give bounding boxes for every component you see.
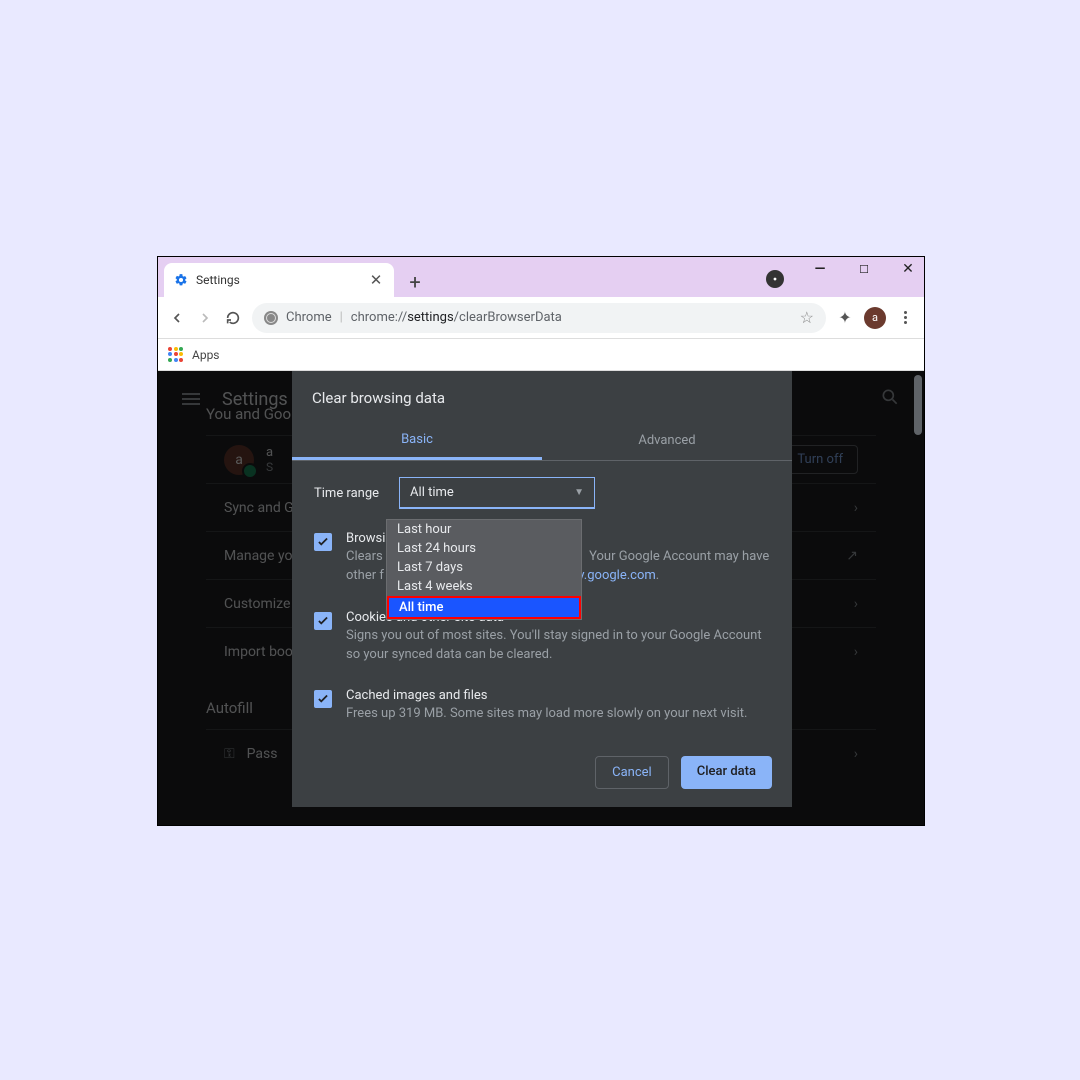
item-title: Cached images and files xyxy=(346,688,747,703)
dialog-buttons: Cancel Clear data xyxy=(292,736,792,789)
new-tab-button[interactable]: + xyxy=(400,267,430,297)
reload-button[interactable] xyxy=(224,309,242,327)
close-tab-icon[interactable]: ✕ xyxy=(368,272,384,288)
url-separator: | xyxy=(340,310,343,325)
bookmarks-bar: Apps xyxy=(158,339,924,371)
profile-avatar[interactable]: a xyxy=(864,307,886,329)
menu-icon[interactable] xyxy=(896,311,914,324)
site-info-icon[interactable] xyxy=(264,311,278,325)
select-value: All time xyxy=(410,485,454,500)
cancel-button[interactable]: Cancel xyxy=(595,756,669,789)
option-last-4-weeks[interactable]: Last 4 weeks xyxy=(387,577,581,596)
checkbox-cache[interactable] xyxy=(314,690,332,708)
time-range-label: Time range xyxy=(314,486,379,501)
option-last-7-days[interactable]: Last 7 days xyxy=(387,558,581,577)
close-window-button[interactable]: ✕ xyxy=(898,261,918,277)
toolbar: Chrome | chrome://settings/clearBrowserD… xyxy=(158,297,924,339)
maximize-button[interactable]: ☐ xyxy=(854,263,874,276)
time-range-select[interactable]: All time ▼ xyxy=(399,477,595,509)
url-path: chrome://settings/clearBrowserData xyxy=(351,310,562,325)
dialog-tabs: Basic Advanced xyxy=(292,421,792,461)
checkbox-browsing-history[interactable] xyxy=(314,533,332,551)
clear-data-button[interactable]: Clear data xyxy=(681,756,772,789)
apps-icon[interactable] xyxy=(168,347,184,363)
dialog-title: Clear browsing data xyxy=(292,371,792,421)
tab-title: Settings xyxy=(196,273,360,287)
forward-button[interactable] xyxy=(196,309,214,327)
bookmark-star-icon[interactable]: ☆ xyxy=(800,308,814,327)
gear-icon xyxy=(174,273,188,287)
back-button[interactable] xyxy=(168,309,186,327)
incognito-icon[interactable] xyxy=(766,270,784,288)
browser-window: Settings ✕ + — ☐ ✕ Chrome | chrome://set… xyxy=(157,256,925,826)
checkbox-cookies[interactable] xyxy=(314,612,332,630)
chevron-down-icon: ▼ xyxy=(574,487,584,498)
window-controls: — ☐ ✕ xyxy=(810,261,918,277)
activity-link[interactable]: ity.google.com xyxy=(571,568,656,583)
item-desc: Frees up 319 MB. Some sites may load mor… xyxy=(346,705,747,724)
option-all-time[interactable]: All time xyxy=(387,596,581,619)
address-bar[interactable]: Chrome | chrome://settings/clearBrowserD… xyxy=(252,303,826,333)
extensions-icon[interactable]: ✦ xyxy=(836,309,854,327)
option-last-24-hours[interactable]: Last 24 hours xyxy=(387,539,581,558)
time-range-dropdown: Last hour Last 24 hours Last 7 days Last… xyxy=(386,519,582,620)
item-cache: Cached images and files Frees up 319 MB.… xyxy=(314,676,770,736)
browser-tab-settings[interactable]: Settings ✕ xyxy=(164,263,394,297)
option-last-hour[interactable]: Last hour xyxy=(387,520,581,539)
dialog-form: Time range All time ▼ Last hour Last 24 … xyxy=(292,461,792,736)
item-desc: Signs you out of most sites. You'll stay… xyxy=(346,627,770,665)
clear-browsing-data-dialog: Clear browsing data Basic Advanced Time … xyxy=(292,371,792,807)
tab-strip: Settings ✕ + — ☐ ✕ xyxy=(158,257,924,297)
minimize-button[interactable]: — xyxy=(810,261,830,277)
tab-basic[interactable]: Basic xyxy=(292,421,542,460)
url-scheme: Chrome xyxy=(286,310,332,325)
tab-advanced[interactable]: Advanced xyxy=(542,421,792,460)
apps-label[interactable]: Apps xyxy=(192,348,220,362)
scrollbar[interactable] xyxy=(914,375,922,435)
